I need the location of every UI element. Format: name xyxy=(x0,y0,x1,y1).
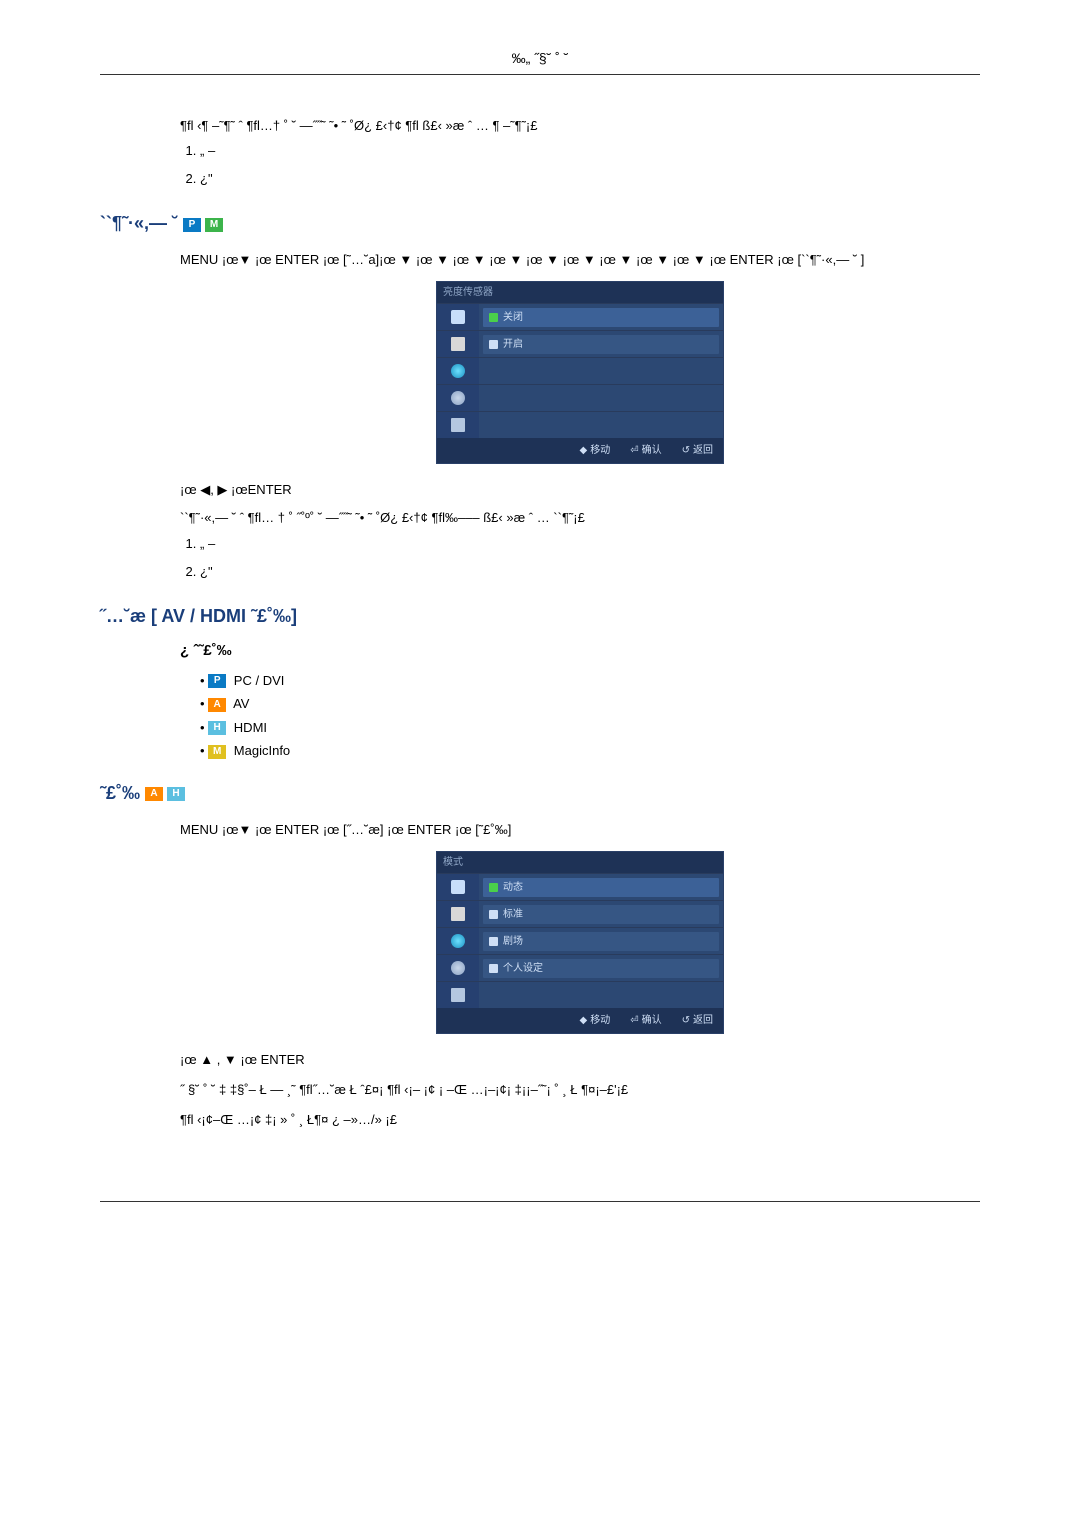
osd-option: 动态 xyxy=(483,878,719,897)
source-label: PC / DVI xyxy=(234,673,285,688)
source-label: HDMI xyxy=(234,720,267,735)
av-mode-icon: A xyxy=(208,698,226,712)
menu-path: MENU ¡œ▼ ¡œ ENTER ¡œ [˜…˘a]¡œ ▼ ¡œ ▼ ¡œ … xyxy=(180,249,980,271)
osd-screenshot-brightness: 亮度传感器 关闭 开启 ◆ 移动 ⏎ 确认 ↺ 返回 xyxy=(436,281,724,464)
settings-icon xyxy=(451,961,465,975)
multi-icon xyxy=(451,418,465,432)
osd-footer-label: 确认 xyxy=(642,442,662,459)
osd-option: 标准 xyxy=(483,905,719,924)
after-list: „ – ¿" xyxy=(180,530,980,586)
pip-icon xyxy=(451,337,465,351)
para: ¶ﬂ ‹¡¢–Œ …¡¢ ‡¡ » ˚ ¸ Ł¶¤ ¿ –»…/» ¡£ xyxy=(180,1109,980,1131)
footer-rule xyxy=(100,1201,980,1203)
osd-footer: ◆ 移动 ⏎ 确认 ↺ 返回 xyxy=(437,438,723,463)
osd-option-label: 个人设定 xyxy=(503,960,543,977)
magicinfo-mode-icon: M xyxy=(208,745,226,759)
source-item: • A AV xyxy=(200,692,980,716)
source-item: • H HDMI xyxy=(200,716,980,740)
picture-icon xyxy=(451,310,465,324)
osd-option: 个人设定 xyxy=(483,959,719,978)
hdmi-mode-icon: H xyxy=(167,787,185,801)
osd-option-label: 剧场 xyxy=(503,933,523,950)
multi-icon xyxy=(451,988,465,1002)
section-mode: ˜£˚‰ AH xyxy=(100,783,980,804)
magicinfo-mode-icon: M xyxy=(205,218,223,232)
intro-text: ¶ﬂ ‹¶ –˜¶˜ ˆ ¶ﬂ…† ˚ ˘ —˝˝˜ ˜• ˜ ˚Ø¿ £‹†¢… xyxy=(180,115,980,137)
osd-option: 剧场 xyxy=(483,932,719,951)
osd-footer-label: 返回 xyxy=(693,442,713,459)
menu-path: MENU ¡œ▼ ¡œ ENTER ¡œ [˝…˘æ] ¡œ ENTER ¡œ … xyxy=(180,819,980,841)
list-item: ¿" xyxy=(200,165,980,193)
picture-icon xyxy=(451,880,465,894)
osd-option: 关闭 xyxy=(483,308,719,327)
section-brightness-sensor: ``¶˜·«,— ˘ PM xyxy=(100,213,980,234)
sound-icon xyxy=(451,934,465,948)
para: ˝ §˘ ˚ ˘ ‡ ‡§˚– Ł — ¸˜ ¶ﬂ˝…˘æ Ł ˆ£¤¡ ¶ﬂ … xyxy=(180,1079,980,1101)
pc-mode-icon: P xyxy=(183,218,201,232)
intro-list: „ – ¿" xyxy=(180,137,980,193)
osd-option-label: 开启 xyxy=(503,336,523,353)
osd-footer-label: 移动 xyxy=(590,442,610,459)
osd-footer-label: 确认 xyxy=(642,1012,662,1029)
osd-option-label: 关闭 xyxy=(503,309,523,326)
heading-text: ˜£˚‰ xyxy=(100,783,140,803)
source-item: • M MagicInfo xyxy=(200,739,980,763)
section-image-av-hdmi: ˝…˘æ [ AV / HDMI ˜£˚‰] xyxy=(100,606,980,627)
source-item: • P PC / DVI xyxy=(200,669,980,693)
sound-icon xyxy=(451,364,465,378)
osd-footer: ◆ 移动 ⏎ 确认 ↺ 返回 xyxy=(437,1008,723,1033)
nav-instruction: ¡œ ▲ , ▼ ¡œ ENTER xyxy=(180,1049,980,1071)
osd-option-label: 动态 xyxy=(503,879,523,896)
hdmi-mode-icon: H xyxy=(208,721,226,735)
pip-icon xyxy=(451,907,465,921)
list-item: ¿" xyxy=(200,558,980,586)
source-label: AV xyxy=(233,696,249,711)
osd-footer-label: 移动 xyxy=(590,1012,610,1029)
osd-title: 模式 xyxy=(437,852,723,873)
after-para: ``¶˜·«,— ˘ ˆ ¶ﬂ… † ˚ ˝˚º˚ ˘ —˝˝˜ ˜• ˜ ˚Ø… xyxy=(180,507,980,529)
list-item: „ – xyxy=(200,137,980,165)
source-label: MagicInfo xyxy=(234,743,290,758)
list-item: „ – xyxy=(200,530,980,558)
heading-text: ``¶˜·«,— ˘ xyxy=(100,213,178,233)
nav-instruction: ¡œ ◀, ▶ ¡œENTER xyxy=(180,479,980,501)
osd-screenshot-mode: 模式 动态 标准 剧场 xyxy=(436,851,724,1034)
osd-footer-label: 返回 xyxy=(693,1012,713,1029)
osd-option: 开启 xyxy=(483,335,719,354)
settings-icon xyxy=(451,391,465,405)
osd-title: 亮度传感器 xyxy=(437,282,723,303)
osd-option-label: 标准 xyxy=(503,906,523,923)
av-mode-icon: A xyxy=(145,787,163,801)
page-title: ‰„ ˝§˘ ˚ ˘ xyxy=(512,50,569,66)
pc-mode-icon: P xyxy=(208,674,226,688)
sub-available-mode: ¿ ˆ˜£˚‰ xyxy=(180,642,980,659)
